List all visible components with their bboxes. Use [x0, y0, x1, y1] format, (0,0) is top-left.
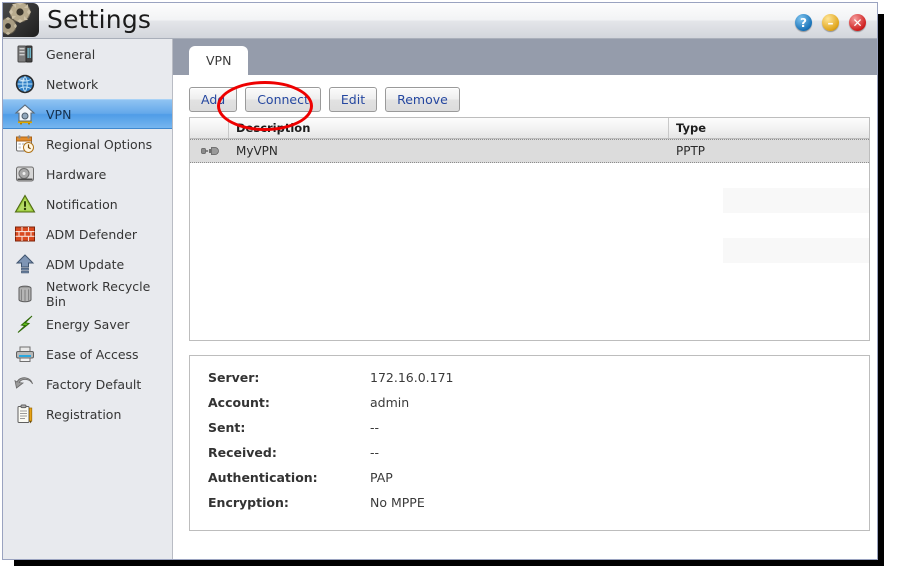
sidebar-item-label: Registration [46, 406, 122, 422]
detail-label: Account: [208, 395, 270, 410]
detail-row-authentication: Authentication: PAP [190, 465, 869, 490]
settings-sidebar: General Network VPN Regional Options Har… [3, 39, 173, 559]
window-title: Settings [47, 5, 152, 34]
sidebar-item-factory-default[interactable]: Factory Default [3, 369, 172, 399]
row-description: MyVPN [236, 144, 278, 158]
detail-row-account: Account: admin [190, 390, 869, 415]
sidebar-item-label: ADM Update [46, 256, 125, 272]
detail-row-encryption: Encryption: No MPPE [190, 490, 869, 515]
green-bolt-icon [13, 312, 37, 336]
detail-row-received: Received: -- [190, 440, 869, 465]
minimize-button[interactable]: – [822, 14, 839, 31]
sidebar-item-energy-saver[interactable]: Energy Saver [3, 309, 172, 339]
sidebar-item-general[interactable]: General [3, 39, 172, 69]
sidebar-item-registration[interactable]: Registration [3, 399, 172, 429]
brick-firewall-icon [13, 222, 37, 246]
sidebar-item-vpn[interactable]: VPN [3, 99, 172, 129]
edit-button[interactable]: Edit [328, 87, 378, 112]
tab-strip: VPN [173, 39, 877, 75]
undo-arrow-icon [13, 372, 37, 396]
sidebar-item-ease-of-access[interactable]: Ease of Access [3, 339, 172, 369]
detail-label: Encryption: [208, 495, 289, 510]
table-empty-row [190, 238, 869, 264]
table-header-row: Description Type [190, 118, 869, 139]
row-type: PPTP [676, 144, 706, 158]
vpn-connections-table: Description Type MyVPN PPTP [189, 117, 870, 341]
hard-disk-icon [13, 162, 37, 186]
table-empty-row [190, 263, 869, 289]
sidebar-item-label: Ease of Access [46, 346, 139, 362]
close-x-icon: ✕ [852, 15, 863, 30]
column-divider [228, 118, 229, 138]
warning-triangle-icon [13, 192, 37, 216]
sidebar-item-label: Factory Default [46, 376, 142, 392]
sidebar-item-label: Regional Options [46, 136, 153, 152]
detail-row-sent: Sent: -- [190, 415, 869, 440]
sidebar-item-notification[interactable]: Notification [3, 189, 172, 219]
sidebar-item-regional-options[interactable]: Regional Options [3, 129, 172, 159]
tab-label: VPN [206, 53, 232, 68]
sidebar-item-network[interactable]: Network [3, 69, 172, 99]
detail-label: Sent: [208, 420, 246, 435]
detail-label: Received: [208, 445, 277, 460]
close-button[interactable]: ✕ [849, 14, 866, 31]
detail-value: PAP [370, 470, 393, 485]
sidebar-item-adm-defender[interactable]: ADM Defender [3, 219, 172, 249]
connector-plug-icon [201, 140, 219, 162]
sidebar-item-label: VPN [46, 106, 72, 122]
settings-window: Settings ? – ✕ General Network VPN Regio… [2, 2, 878, 560]
sidebar-item-label: Network [46, 76, 99, 92]
clipboard-icon [13, 402, 37, 426]
table-empty-row [190, 188, 869, 214]
table-row[interactable]: MyVPN PPTP [190, 139, 869, 163]
remove-button[interactable]: Remove [385, 87, 460, 112]
detail-value: admin [370, 395, 410, 410]
help-button[interactable]: ? [795, 14, 812, 31]
detail-value: -- [370, 445, 380, 460]
sidebar-item-label: Hardware [46, 166, 107, 182]
table-empty-row [190, 288, 869, 313]
question-mark-icon: ? [800, 15, 807, 30]
detail-label: Authentication: [208, 470, 318, 485]
column-header-description[interactable]: Description [236, 118, 310, 138]
vpn-detail-panel: Server: 172.16.0.171 Account: admin Sent… [189, 355, 870, 531]
column-divider [668, 118, 669, 138]
table-empty-row [190, 213, 869, 239]
printer-icon [13, 342, 37, 366]
detail-label: Server: [208, 370, 260, 385]
minus-icon: – [827, 15, 834, 30]
server-tower-icon [13, 42, 37, 66]
sidebar-item-adm-update[interactable]: ADM Update [3, 249, 172, 279]
detail-row-server: Server: 172.16.0.171 [190, 365, 869, 390]
gears-icon [3, 3, 39, 37]
detail-value: -- [370, 420, 380, 435]
sidebar-item-network-recycle-bin[interactable]: Network Recycle Bin [3, 279, 172, 309]
sidebar-item-label: Energy Saver [46, 316, 130, 332]
trash-bin-icon [13, 282, 37, 306]
settings-content: VPN Add Connect Edit Remove Description … [173, 39, 877, 559]
column-header-type[interactable]: Type [676, 118, 706, 138]
globe-icon [13, 72, 37, 96]
sidebar-item-label: General [46, 46, 96, 62]
sidebar-item-hardware[interactable]: Hardware [3, 159, 172, 189]
add-button[interactable]: Add [189, 87, 238, 112]
vpn-toolbar: Add Connect Edit Remove [189, 87, 460, 112]
vpn-house-icon [13, 102, 37, 126]
sidebar-item-label: ADM Defender [46, 226, 138, 242]
detail-value: No MPPE [370, 495, 425, 510]
sidebar-item-label: Network Recycle Bin [46, 279, 151, 309]
calendar-clock-icon [13, 132, 37, 156]
table-empty-row [190, 163, 869, 189]
window-body: General Network VPN Regional Options Har… [3, 39, 877, 559]
title-bar: Settings ? – ✕ [3, 3, 877, 39]
table-empty-row [190, 313, 869, 338]
connect-button[interactable]: Connect [245, 87, 321, 112]
up-arrow-icon [13, 252, 37, 276]
tab-vpn[interactable]: VPN [189, 46, 249, 75]
sidebar-item-label: Notification [46, 196, 118, 212]
detail-value: 172.16.0.171 [370, 370, 454, 385]
